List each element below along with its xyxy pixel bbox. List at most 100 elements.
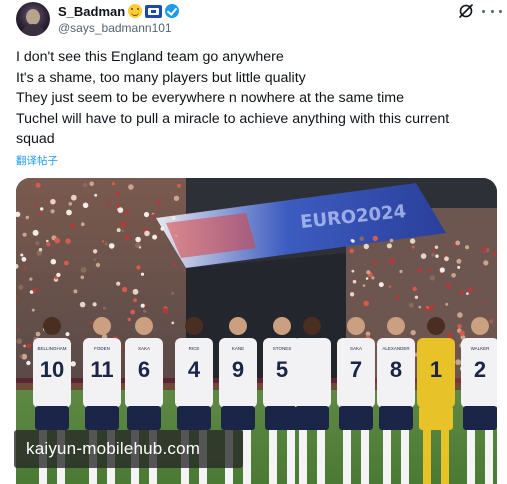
crowd-spectator — [35, 182, 41, 188]
player-head — [387, 317, 405, 335]
translate-post-link[interactable]: 翻译帖子 — [16, 153, 58, 168]
crowd-spectator — [29, 277, 33, 281]
crowd-spectator — [467, 287, 473, 293]
crowd-spectator — [20, 253, 24, 257]
crowd-spectator — [136, 265, 141, 270]
crowd-spectator — [429, 275, 436, 281]
crowd-spectator — [373, 261, 378, 266]
player-shirt-name: RICE — [189, 346, 200, 351]
player-sock — [269, 430, 277, 484]
crowd-spectator — [82, 202, 89, 209]
crowd-spectator — [352, 279, 357, 284]
player-shirt-name: SAKA — [350, 346, 362, 351]
crowd-spectator — [54, 276, 58, 280]
crowd-spectator — [349, 292, 355, 297]
crowd-spectator — [351, 239, 355, 243]
crowd-spectator — [372, 235, 378, 242]
crowd-spectator — [386, 243, 392, 249]
player-sock — [423, 430, 431, 484]
player-shirt-name: ALEXANDER — [382, 346, 410, 351]
player-head — [43, 317, 61, 335]
avatar-face — [26, 9, 40, 25]
crowd-spectator — [396, 295, 401, 300]
crowd-spectator — [82, 182, 88, 188]
crowd-spectator — [173, 195, 180, 201]
crowd-spectator — [152, 234, 158, 240]
crowd-spectator — [135, 236, 141, 243]
verified-badge-icon[interactable] — [165, 4, 180, 18]
crowd-spectator — [124, 235, 130, 241]
crowd-spectator — [80, 222, 85, 227]
crowd-spectator — [65, 238, 71, 244]
player-shirt-name: KANE — [232, 346, 244, 351]
tweet-line: It's a shame, too many players but littl… — [16, 69, 306, 86]
crowd-spectator — [349, 248, 355, 254]
crowd-spectator — [457, 265, 461, 269]
crowd-spectator — [457, 312, 463, 318]
crowd-spectator — [445, 302, 449, 306]
crowd-spectator — [50, 198, 56, 205]
crowd-spectator — [132, 288, 139, 295]
crowd-spectator — [171, 291, 175, 295]
crowd-spectator — [19, 354, 23, 358]
crowd-spectator — [46, 242, 51, 247]
crowd-spectator — [177, 183, 181, 188]
crowd-spectator — [32, 287, 38, 293]
player-shirt-number: 4 — [188, 357, 201, 382]
crowd-spectator — [160, 226, 165, 231]
player-sock — [299, 430, 307, 484]
crowd-spectator — [434, 245, 439, 249]
tweet-text: I don't see this England team go anywher… — [16, 47, 496, 150]
player-shirt-number: 9 — [232, 357, 244, 382]
player-head — [229, 317, 247, 335]
crowd-spectator — [378, 282, 384, 288]
crowd-spectator — [70, 361, 76, 367]
grok-icon[interactable] — [458, 3, 474, 19]
player-shirt-number: 5 — [276, 357, 288, 382]
player-shirt-number: 6 — [138, 357, 150, 382]
avatar[interactable] — [16, 2, 50, 36]
crowd-spectator — [173, 263, 176, 267]
crowd-spectator — [103, 306, 106, 310]
crowd-spectator — [457, 324, 462, 329]
crowd-spectator — [92, 302, 97, 307]
crowd-spectator — [459, 330, 465, 336]
tweet-line: They just seem to be everywhere n nowher… — [16, 90, 404, 106]
player-head — [303, 317, 321, 335]
user-handle[interactable]: @says_badmann101 — [58, 21, 172, 35]
display-name[interactable]: S_Badman — [58, 4, 125, 19]
more-icon[interactable] — [482, 3, 502, 19]
player-sock — [361, 430, 369, 484]
player-shorts — [339, 406, 373, 430]
player-shirt-number: 10 — [40, 357, 64, 382]
tweet-line: Tuchel will have to pull a miracle to ac… — [16, 110, 450, 127]
player-shirt-number: 7 — [350, 357, 362, 382]
crowd-spectator — [431, 252, 436, 257]
crowd-spectator — [34, 203, 38, 207]
player-head — [427, 317, 445, 335]
crowd-spectator — [428, 305, 434, 311]
crowd-spectator — [371, 276, 375, 280]
crowd-spectator — [389, 238, 394, 243]
crowd-spectator — [116, 203, 121, 207]
crowd-spectator — [35, 331, 41, 337]
crowd-spectator — [431, 248, 435, 251]
player-shorts — [221, 406, 255, 430]
crowd-spectator — [115, 192, 120, 197]
crowd-spectator — [156, 200, 161, 205]
player-head — [135, 317, 153, 335]
watermark-text: kaiyun-mobilehub.com — [26, 439, 201, 458]
crowd-spectator — [89, 321, 93, 325]
crowd-spectator — [481, 246, 487, 252]
crowd-spectator — [22, 232, 27, 237]
crowd-spectator — [492, 251, 497, 256]
crowd-spectator — [66, 209, 72, 216]
crowd-spectator — [65, 332, 70, 337]
crowd-spectator — [456, 258, 462, 264]
crowd-spectator — [17, 328, 20, 331]
crowd-spectator — [445, 283, 451, 289]
player-sock — [467, 430, 475, 484]
crowd-spectator — [130, 309, 136, 315]
crowd-spectator — [89, 181, 94, 186]
player-head — [185, 317, 203, 335]
